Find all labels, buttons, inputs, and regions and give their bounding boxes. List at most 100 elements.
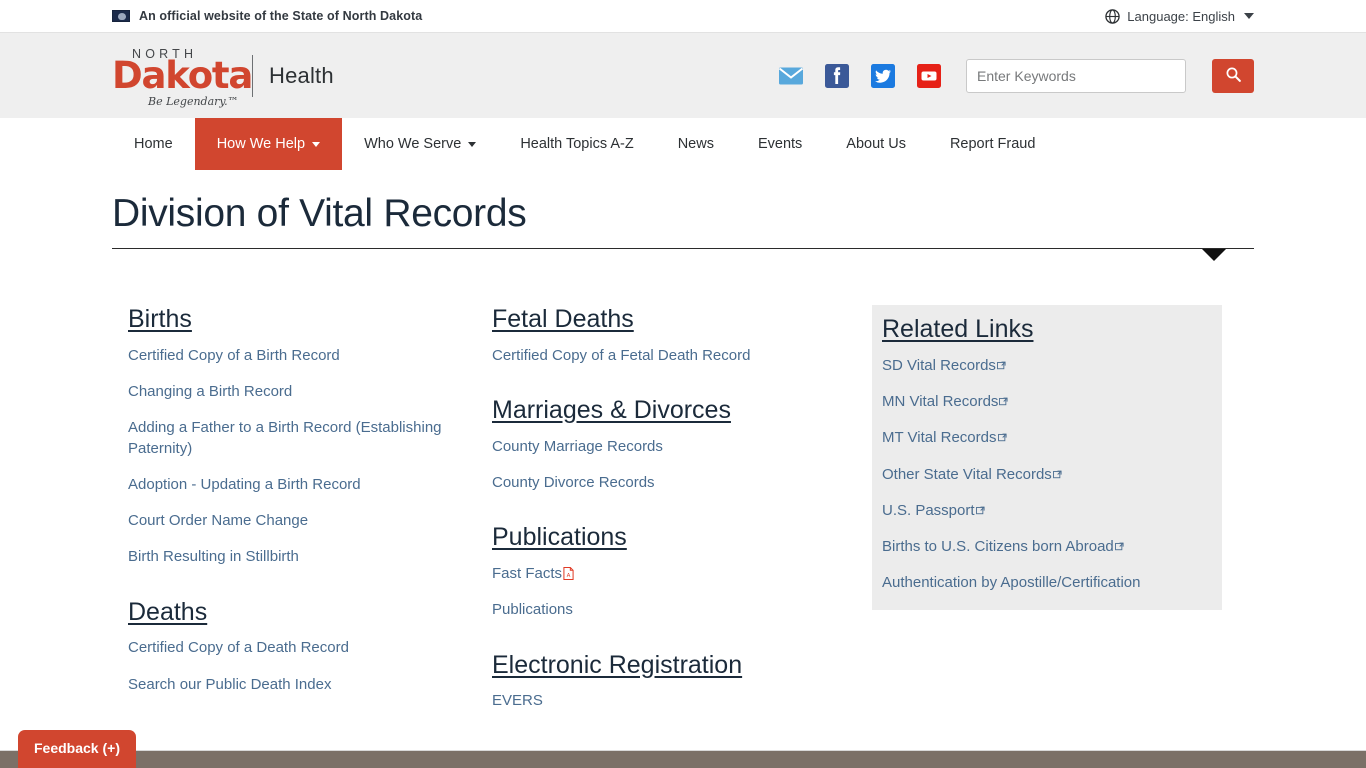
content-link[interactable]: Publications	[492, 600, 872, 620]
external-link-icon	[999, 392, 1008, 406]
external-link-icon	[997, 428, 1007, 442]
svg-text:A: A	[567, 573, 571, 579]
content-link[interactable]: Adding a Father to a Birth Record (Estab…	[128, 418, 492, 459]
content-link-label: Publications	[492, 601, 573, 619]
north-dakota-flag-icon	[112, 10, 130, 22]
related-link-label: MN Vital Records	[882, 393, 999, 410]
nav-item-label: About Us	[846, 136, 906, 152]
page-title: Division of Vital Records	[112, 192, 527, 235]
facebook-icon[interactable]	[824, 63, 850, 89]
content-link[interactable]: EVERS	[492, 691, 872, 711]
content-link[interactable]: Court Order Name Change	[128, 511, 492, 531]
external-link-icon	[997, 356, 1006, 369]
twitter-icon[interactable]	[870, 63, 896, 89]
title-divider	[112, 248, 1254, 261]
north-dakota-logo: NORTH Dakota Be Legendary.™	[112, 45, 253, 108]
search-input[interactable]	[966, 58, 1186, 93]
related-link[interactable]: MT Vital Records	[882, 428, 1208, 448]
content-link-label: Certified Copy of a Fetal Death Record	[492, 346, 751, 364]
section-heading: Electronic Registration	[492, 650, 743, 679]
content-link-label: County Marriage Records	[492, 437, 663, 455]
chevron-down-icon	[1244, 13, 1254, 19]
related-link-label: Births to U.S. Citizens born Abroad	[882, 538, 1114, 555]
nav-item-news[interactable]: News	[656, 118, 736, 170]
content-link-label: County Divorce Records	[492, 474, 655, 491]
section-heading: Births	[128, 305, 192, 333]
content-link-label: Court Order Name Change	[128, 512, 309, 529]
footer-band	[0, 750, 1366, 768]
content-link-label: Fast Facts	[492, 565, 563, 582]
content-link[interactable]: Adoption - Updating a Birth Record	[128, 475, 492, 495]
external-link-icon	[1114, 537, 1124, 551]
feedback-button[interactable]: Feedback (+)	[18, 730, 136, 768]
related-link[interactable]: U.S. Passport	[882, 501, 1208, 521]
chevron-down-icon	[312, 141, 321, 147]
language-label: Language: English	[1127, 8, 1235, 24]
nav-item-health-topics-a-z[interactable]: Health Topics A-Z	[498, 118, 655, 170]
nav-item-label: How We Help	[216, 136, 306, 152]
related-link[interactable]: Other State Vital Records	[882, 465, 1208, 485]
main-navigation: Home How We Help Who We Serve Health Topics…	[0, 118, 1366, 170]
related-link-label: Authentication by Apostille/Certificatio…	[882, 574, 1141, 592]
content-column-1: Births Certified Copy of a Birth Record Ch…	[112, 305, 492, 695]
language-selector[interactable]: Language: English	[1105, 9, 1254, 24]
nav-item-events[interactable]: Events	[736, 118, 824, 170]
related-link[interactable]: MN Vital Records	[882, 392, 1208, 412]
content-link[interactable]: Certified Copy of a Birth Record	[128, 346, 492, 366]
content-link-label: Certified Copy of a Birth Record	[128, 346, 340, 364]
content-link[interactable]: Search our Public Death Index	[128, 675, 492, 695]
nav-item-label: Home	[134, 136, 173, 152]
section-heading: Marriages & Divorces	[492, 396, 731, 424]
site-logo[interactable]: NORTH Dakota Be Legendary.™ Health	[112, 45, 334, 108]
nav-item-label: Who We Serve	[364, 136, 462, 152]
content-link-label: Birth Resulting in Stillbirth	[128, 548, 299, 566]
related-link[interactable]: SD Vital Records	[882, 356, 1208, 376]
nav-item-label: News	[677, 136, 714, 152]
official-notice-text: An official website of the State of Nort…	[139, 9, 423, 23]
content-link-label: Adding a Father to a Birth Record (Estab…	[128, 419, 442, 457]
header-right-tools	[778, 58, 1254, 93]
related-link-label: SD Vital Records	[882, 356, 996, 374]
section-heading: Deaths	[128, 597, 208, 626]
content-link[interactable]: Fast Facts A	[492, 564, 872, 584]
search-icon	[1225, 66, 1242, 86]
nav-item-about-us[interactable]: About Us	[824, 118, 928, 170]
content-link-label: Search our Public Death Index	[128, 675, 332, 693]
content-column-2: Fetal Deaths Certified Copy of a Fetal De…	[492, 305, 872, 712]
logo-dakota-text: Dakota	[112, 53, 253, 97]
content-link[interactable]: Changing a Birth Record	[128, 382, 492, 402]
logo-tagline: Be Legendary.™	[148, 94, 239, 108]
content-link[interactable]: Certified Copy of a Fetal Death Record	[492, 346, 872, 366]
content-link-label: Adoption - Updating a Birth Record	[128, 475, 361, 493]
content-link[interactable]: Certified Copy of a Death Record	[128, 638, 492, 658]
youtube-icon[interactable]	[916, 63, 942, 89]
content-link-label: Certified Copy of a Death Record	[128, 639, 349, 657]
external-link-icon	[975, 501, 985, 514]
content-link[interactable]: County Marriage Records	[492, 437, 872, 457]
globe-icon	[1105, 8, 1121, 24]
search-button[interactable]	[1212, 58, 1254, 93]
related-link[interactable]: Births to U.S. Citizens born Abroad	[882, 537, 1208, 557]
site-header: NORTH Dakota Be Legendary.™ Health	[0, 32, 1366, 118]
content-link-label: EVERS	[492, 692, 543, 710]
nav-item-who-we-serve[interactable]: Who We Serve	[342, 118, 498, 170]
content-link[interactable]: County Divorce Records	[492, 473, 872, 493]
related-link[interactable]: Authentication by Apostille/Certificatio…	[882, 573, 1208, 593]
chevron-down-icon	[1202, 249, 1226, 261]
related-link-label: MT Vital Records	[882, 429, 997, 447]
section-heading: Fetal Deaths	[492, 305, 634, 333]
content-link[interactable]: Birth Resulting in Stillbirth	[128, 547, 492, 567]
nav-item-report-fraud[interactable]: Report Fraud	[928, 118, 1057, 170]
pdf-file-icon: A	[563, 566, 574, 580]
official-notice-bar: An official website of the State of Nort…	[0, 0, 1366, 32]
nav-item-label: Report Fraud	[949, 136, 1036, 152]
nav-item-label: Health Topics A-Z	[520, 136, 634, 152]
nav-item-how-we-help[interactable]: How We Help	[194, 118, 343, 170]
page-title-section: Division of Vital Records	[0, 192, 1366, 261]
logo-agency-name: Health	[269, 62, 334, 88]
related-link-label: Other State Vital Records	[882, 465, 1052, 483]
nav-item-home[interactable]: Home	[112, 118, 195, 170]
section-heading: Publications	[492, 523, 627, 552]
content-link-label: Changing a Birth Record	[128, 383, 293, 400]
email-icon[interactable]	[778, 63, 804, 89]
